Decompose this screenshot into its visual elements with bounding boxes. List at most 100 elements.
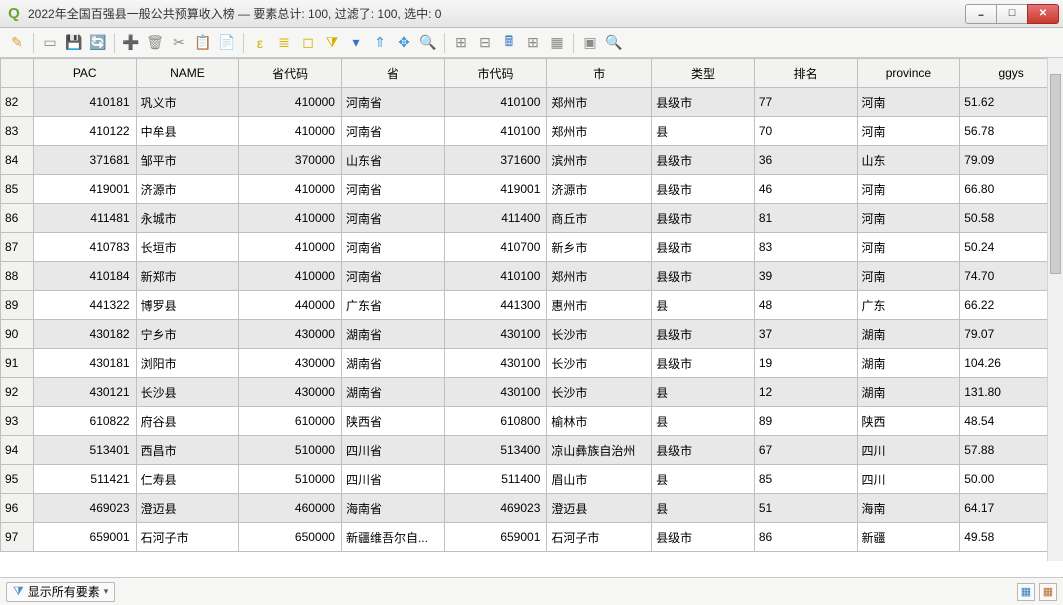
- cell-province[interactable]: 河南: [857, 175, 960, 204]
- table-row[interactable]: 92430121长沙县430000湖南省430100长沙市县12湖南131.80: [1, 378, 1063, 407]
- cell-type[interactable]: 县级市: [652, 523, 755, 552]
- cell-type[interactable]: 县级市: [652, 349, 755, 378]
- cell-ccode[interactable]: 513400: [444, 436, 547, 465]
- cell-name[interactable]: 巩义市: [136, 88, 239, 117]
- row-number[interactable]: 88: [1, 262, 34, 291]
- pencil-icon[interactable]: ✎: [6, 32, 28, 54]
- cell-pcode[interactable]: 410000: [239, 175, 342, 204]
- cell-city[interactable]: 郑州市: [547, 262, 652, 291]
- cell-city[interactable]: 长沙市: [547, 349, 652, 378]
- cell-ccode[interactable]: 610800: [444, 407, 547, 436]
- filter-select-icon[interactable]: ⧩: [321, 32, 343, 54]
- row-number[interactable]: 85: [1, 175, 34, 204]
- cell-name[interactable]: 仁寿县: [136, 465, 239, 494]
- cell-name[interactable]: 澄迈县: [136, 494, 239, 523]
- cell-prov[interactable]: 河南省: [341, 262, 444, 291]
- cell-rank[interactable]: 83: [754, 233, 857, 262]
- refresh-icon[interactable]: 🔄: [87, 32, 109, 54]
- organize-icon[interactable]: ⊞: [522, 32, 544, 54]
- cell-type[interactable]: 县级市: [652, 233, 755, 262]
- cell-name[interactable]: 济源市: [136, 175, 239, 204]
- cell-type[interactable]: 县级市: [652, 204, 755, 233]
- cell-name[interactable]: 新郑市: [136, 262, 239, 291]
- filter-mode-button[interactable]: ⧩ 显示所有要素 ▾: [6, 582, 115, 602]
- cell-type[interactable]: 县: [652, 291, 755, 320]
- cell-name[interactable]: 永城市: [136, 204, 239, 233]
- cell-pcode[interactable]: 410000: [239, 88, 342, 117]
- cell-type[interactable]: 县: [652, 407, 755, 436]
- row-number[interactable]: 91: [1, 349, 34, 378]
- cell-type[interactable]: 县级市: [652, 175, 755, 204]
- cell-rank[interactable]: 81: [754, 204, 857, 233]
- cell-province[interactable]: 四川: [857, 436, 960, 465]
- cell-pac[interactable]: 659001: [33, 523, 136, 552]
- column-header[interactable]: 类型: [652, 59, 755, 88]
- cell-type[interactable]: 县: [652, 465, 755, 494]
- cell-province[interactable]: 四川: [857, 465, 960, 494]
- field-calc-icon[interactable]: 🖩: [498, 32, 520, 54]
- select-expr-icon[interactable]: ε: [249, 32, 271, 54]
- cell-pac[interactable]: 371681: [33, 146, 136, 175]
- row-number[interactable]: 94: [1, 436, 34, 465]
- cell-type[interactable]: 县级市: [652, 436, 755, 465]
- table-row[interactable]: 83410122中牟县410000河南省410100郑州市县70河南56.78: [1, 117, 1063, 146]
- cell-pcode[interactable]: 410000: [239, 262, 342, 291]
- cell-ccode[interactable]: 511400: [444, 465, 547, 494]
- row-number[interactable]: 90: [1, 320, 34, 349]
- zoom-selected-icon[interactable]: 🔍: [417, 32, 439, 54]
- cell-pac[interactable]: 469023: [33, 494, 136, 523]
- row-number[interactable]: 86: [1, 204, 34, 233]
- cell-ccode[interactable]: 411400: [444, 204, 547, 233]
- cell-name[interactable]: 浏阳市: [136, 349, 239, 378]
- cell-type[interactable]: 县: [652, 378, 755, 407]
- cell-prov[interactable]: 山东省: [341, 146, 444, 175]
- cell-ccode[interactable]: 410100: [444, 262, 547, 291]
- cell-rank[interactable]: 85: [754, 465, 857, 494]
- cell-name[interactable]: 石河子市: [136, 523, 239, 552]
- cell-province[interactable]: 新疆: [857, 523, 960, 552]
- table-row[interactable]: 91430181浏阳市430000湖南省430100长沙市县级市19湖南104.…: [1, 349, 1063, 378]
- cell-city[interactable]: 新乡市: [547, 233, 652, 262]
- table-row[interactable]: 93610822府谷县610000陕西省610800榆林市县89陕西48.54: [1, 407, 1063, 436]
- dock-icon[interactable]: ▣: [579, 32, 601, 54]
- cell-city[interactable]: 郑州市: [547, 88, 652, 117]
- cell-pcode[interactable]: 410000: [239, 233, 342, 262]
- cell-ccode[interactable]: 441300: [444, 291, 547, 320]
- cell-pac[interactable]: 441322: [33, 291, 136, 320]
- cell-prov[interactable]: 河南省: [341, 88, 444, 117]
- cell-city[interactable]: 惠州市: [547, 291, 652, 320]
- cell-rank[interactable]: 36: [754, 146, 857, 175]
- cell-rank[interactable]: 48: [754, 291, 857, 320]
- cell-type[interactable]: 县级市: [652, 146, 755, 175]
- table-row[interactable]: 94513401西昌市510000四川省513400凉山彝族自治州县级市67四川…: [1, 436, 1063, 465]
- form-view-button[interactable]: ▦: [1017, 583, 1035, 601]
- cell-name[interactable]: 博罗县: [136, 291, 239, 320]
- cell-pcode[interactable]: 510000: [239, 465, 342, 494]
- cell-ccode[interactable]: 410100: [444, 117, 547, 146]
- table-row[interactable]: 88410184新郑市410000河南省410100郑州市县级市39河南74.7…: [1, 262, 1063, 291]
- cell-province[interactable]: 湖南: [857, 320, 960, 349]
- cell-city[interactable]: 滨州市: [547, 146, 652, 175]
- row-number[interactable]: 87: [1, 233, 34, 262]
- cell-ccode[interactable]: 659001: [444, 523, 547, 552]
- cell-prov[interactable]: 河南省: [341, 117, 444, 146]
- cell-prov[interactable]: 广东省: [341, 291, 444, 320]
- vertical-scrollbar[interactable]: [1047, 58, 1063, 561]
- cell-ccode[interactable]: 371600: [444, 146, 547, 175]
- cell-rank[interactable]: 67: [754, 436, 857, 465]
- cell-pcode[interactable]: 510000: [239, 436, 342, 465]
- cell-prov[interactable]: 湖南省: [341, 378, 444, 407]
- cell-rank[interactable]: 46: [754, 175, 857, 204]
- new-icon[interactable]: ▭: [39, 32, 61, 54]
- cell-type[interactable]: 县: [652, 494, 755, 523]
- cell-prov[interactable]: 海南省: [341, 494, 444, 523]
- row-number[interactable]: 97: [1, 523, 34, 552]
- cell-pac[interactable]: 410184: [33, 262, 136, 291]
- cell-pac[interactable]: 419001: [33, 175, 136, 204]
- cell-prov[interactable]: 河南省: [341, 204, 444, 233]
- add-feature-icon[interactable]: ➕: [120, 32, 142, 54]
- table-view-button[interactable]: ▦: [1039, 583, 1057, 601]
- column-header[interactable]: PAC: [33, 59, 136, 88]
- row-number[interactable]: 84: [1, 146, 34, 175]
- select-all-icon[interactable]: ≣: [273, 32, 295, 54]
